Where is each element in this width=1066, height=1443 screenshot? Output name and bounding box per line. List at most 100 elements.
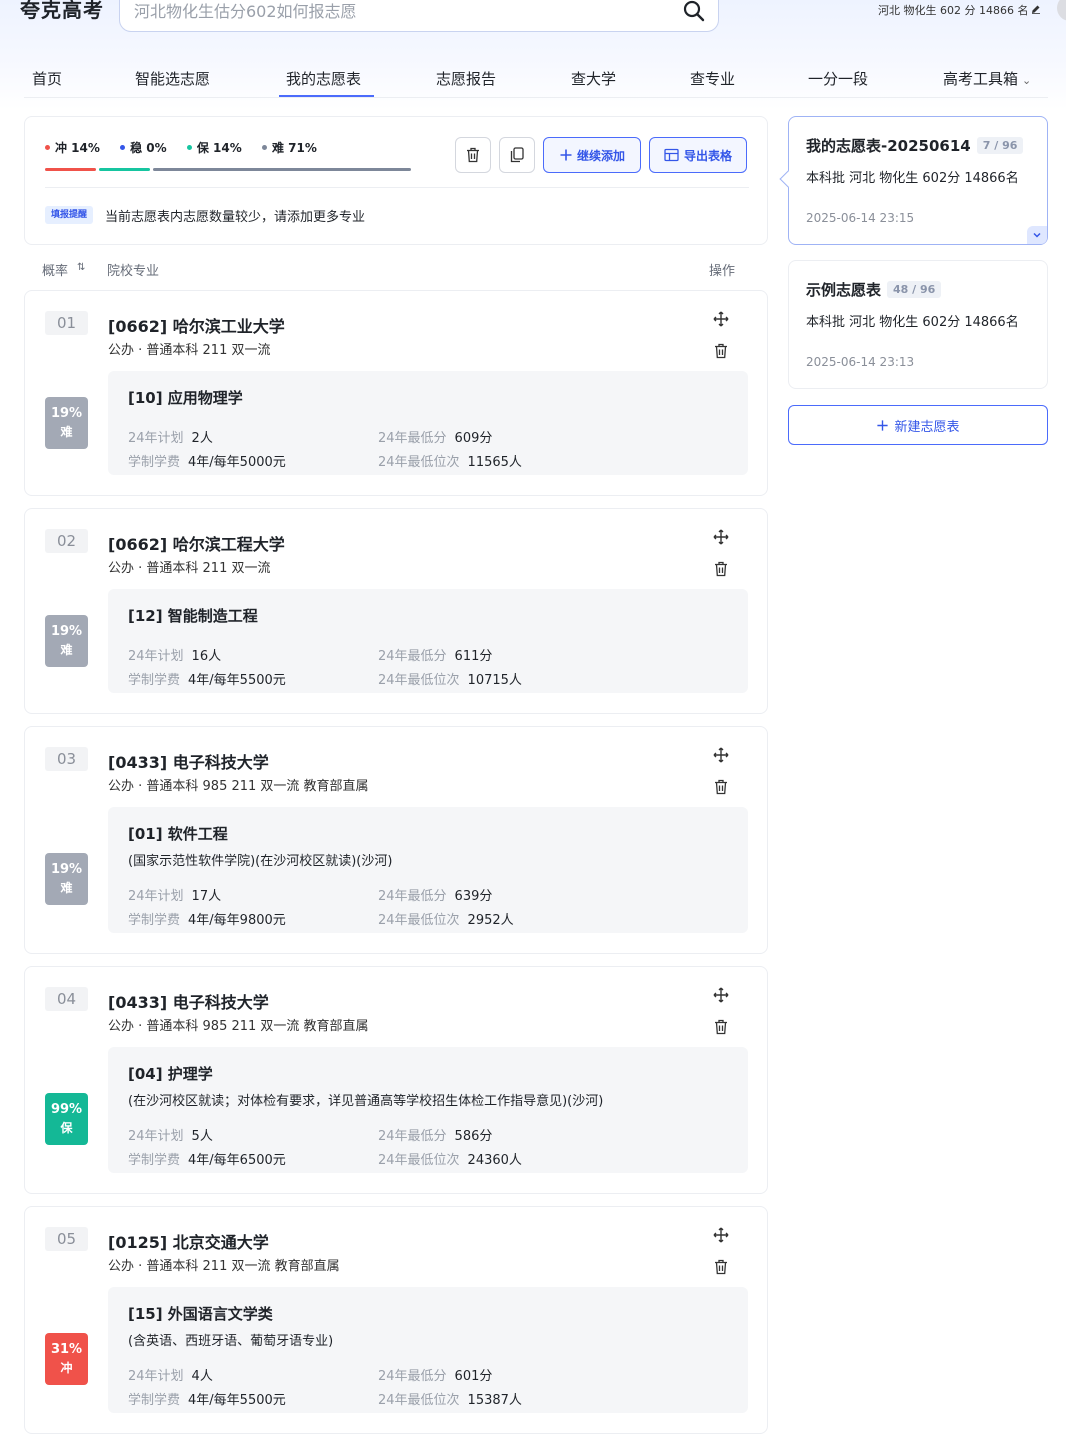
minrank-value: 15387人 [467,1393,522,1408]
divider [45,187,749,188]
side-table-count: 7 / 96 [976,137,1024,154]
major-box[interactable]: [12] 智能制造工程 24年计划 16人 学制学费 4年/每年5500元 24年最低分 6… [108,589,748,693]
minrank-value: 2952人 [467,913,514,928]
move-icon[interactable] [713,987,729,1003]
legend-nan: 难 71% [261,139,317,156]
legend-dot [186,145,192,150]
side-table-title-text: 示例志愿表 [806,281,882,299]
chevron-down-icon[interactable] [1027,226,1047,244]
nav-item-toolbox[interactable]: 高考工具箱 ⌄ [943,68,1031,89]
sidebar-table-my[interactable]: 我的志愿表-20250614 7 / 96 本科批 河北 物化生 602分 148… [779,116,1048,245]
probability-legend: 冲 14% 稳 0% 保 14% 难 71% [45,139,333,156]
delete-all-button[interactable] [455,137,491,173]
minscore-value: 639分 [454,889,493,904]
plan-value: 2人 [191,431,213,446]
edit-icon[interactable] [1031,4,1041,17]
copy-button[interactable] [499,137,535,173]
probability-value: 19% [50,862,83,877]
trash-icon[interactable] [714,561,728,577]
major-box[interactable]: [15] 外国语言文学类 (含英语、西班牙语、葡萄牙语专业) 24年计划 4人 学制学费… [108,1287,748,1413]
search-input[interactable] [134,0,654,23]
continue-add-button[interactable]: 继续添加 [543,137,641,173]
tuition: 学制学费 4年/每年5500元 [128,669,286,688]
search-icon[interactable] [682,0,706,23]
major-box[interactable]: [01] 软件工程 (国家示范性软件学院)(在沙河校区就读)(沙河) 24年计划 17… [108,807,748,933]
minscore-label: 24年最低分 [378,649,447,664]
plan-label: 24年计划 [128,431,184,446]
entry-index: 02 [45,529,88,553]
min-score: 24年最低分 611分 [378,645,492,664]
entry-card[interactable]: 01 [0662] 哈尔滨工业大学 公办 · 普通本科 211 双一流 19% 难 [10… [24,290,768,496]
major-name[interactable]: [01] 软件工程 [128,823,228,844]
school-name[interactable]: [0433] 电子科技大学 [108,989,269,1013]
minrank-label: 24年最低位次 [378,673,460,688]
plan-label: 24年计划 [128,1369,184,1384]
fee-label: 学制学费 [128,1393,181,1408]
side-table-title: 我的志愿表-20250614 7 / 96 [806,135,1024,156]
entry-card[interactable]: 05 [0125] 北京交通大学 公办 · 普通本科 211 双一流 教育部直属 31… [24,1206,768,1434]
min-rank: 24年最低位次 24360人 [378,1149,522,1168]
header-operation: 操作 [709,264,736,279]
search-box[interactable] [119,0,719,32]
entry-card[interactable]: 04 [0433] 电子科技大学 公办 · 普通本科 985 211 双一流 教育部… [24,966,768,1194]
major-name[interactable]: [15] 外国语言文学类 [128,1303,273,1324]
probability-bar-segment [152,168,411,171]
minrank-label: 24年最低位次 [378,1393,460,1408]
move-icon[interactable] [713,311,729,327]
continue-add-label: 继续添加 [576,148,625,163]
probability-value: 19% [50,406,83,421]
major-name[interactable]: [10] 应用物理学 [128,387,243,408]
minrank-value: 11565人 [467,455,522,470]
min-score: 24年最低分 639分 [378,885,492,904]
major-box[interactable]: [04] 护理学 (在沙河校区就读；对体检有要求，详见普通高等学校招生体检工作指导… [108,1047,748,1173]
trash-icon[interactable] [714,1019,728,1035]
tuition: 学制学费 4年/每年6500元 [128,1149,286,1168]
sort-icon[interactable]: ⇅ [77,262,85,273]
legend-dot [120,145,126,150]
copy-icon [510,147,524,163]
nav-item-home[interactable]: 首页 [32,68,62,89]
nav-item-find-university[interactable]: 查大学 [571,68,616,89]
fee-label: 学制学费 [128,673,181,688]
trash-icon [467,147,479,163]
trash-icon[interactable] [714,1259,728,1275]
nav-item-my-table[interactable]: 我的志愿表 [286,68,361,89]
fee-label: 学制学费 [128,455,181,470]
major-note: (含英语、西班牙语、葡萄牙语专业) [128,1334,334,1349]
school-name[interactable]: [0433] 电子科技大学 [108,749,269,773]
nav-item-report[interactable]: 志愿报告 [436,68,496,89]
legend-wen: 稳 0% [120,139,167,156]
plan-value: 16人 [191,649,222,664]
nav-item-find-major[interactable]: 查专业 [690,68,735,89]
side-table-time: 2025-06-14 23:13 [806,355,915,369]
major-box[interactable]: [10] 应用物理学 24年计划 2人 学制学费 4年/每年5000元 24年最低分 609… [108,371,748,475]
trash-icon[interactable] [714,343,728,359]
minrank-label: 24年最低位次 [378,455,460,470]
plan-value: 5人 [191,1129,213,1144]
major-name[interactable]: [04] 护理学 [128,1063,213,1084]
tip-badge: 填报提醒 [45,206,94,224]
probability-level: 难 [60,881,73,895]
move-icon[interactable] [713,1227,729,1243]
entry-card[interactable]: 02 [0662] 哈尔滨工程大学 公办 · 普通本科 211 双一流 19% 难 [12… [24,508,768,714]
school-name[interactable]: [0125] 北京交通大学 [108,1229,269,1253]
move-icon[interactable] [713,529,729,545]
school-name[interactable]: [0662] 哈尔滨工程大学 [108,531,285,555]
school-name[interactable]: [0662] 哈尔滨工业大学 [108,313,285,337]
logo[interactable]: 夸克高考 [20,0,104,23]
new-table-button[interactable]: 新建志愿表 [788,405,1048,445]
entry-index: 04 [45,987,88,1011]
nav-item-smart-select[interactable]: 智能选志愿 [135,68,210,89]
export-table-button[interactable]: 导出表格 [649,137,747,173]
user-score-info[interactable]: 河北 物化生 602 分 14866 名 [878,2,1041,18]
move-icon[interactable] [713,747,729,763]
min-score: 24年最低分 601分 [378,1365,492,1384]
nav-item-score-rank[interactable]: 一分一段 [808,68,868,89]
entry-card[interactable]: 03 [0433] 电子科技大学 公办 · 普通本科 985 211 双一流 教育部… [24,726,768,954]
minscore-label: 24年最低分 [378,1369,447,1384]
school-tags: 公办 · 普通本科 211 双一流 教育部直属 [108,1259,340,1274]
sidebar-table-example[interactable]: 示例志愿表 48 / 96 本科批 河北 物化生 602分 14866名 2025… [788,260,1048,389]
trash-icon[interactable] [714,779,728,795]
nav-active-indicator [279,95,374,97]
major-name[interactable]: [12] 智能制造工程 [128,605,258,626]
